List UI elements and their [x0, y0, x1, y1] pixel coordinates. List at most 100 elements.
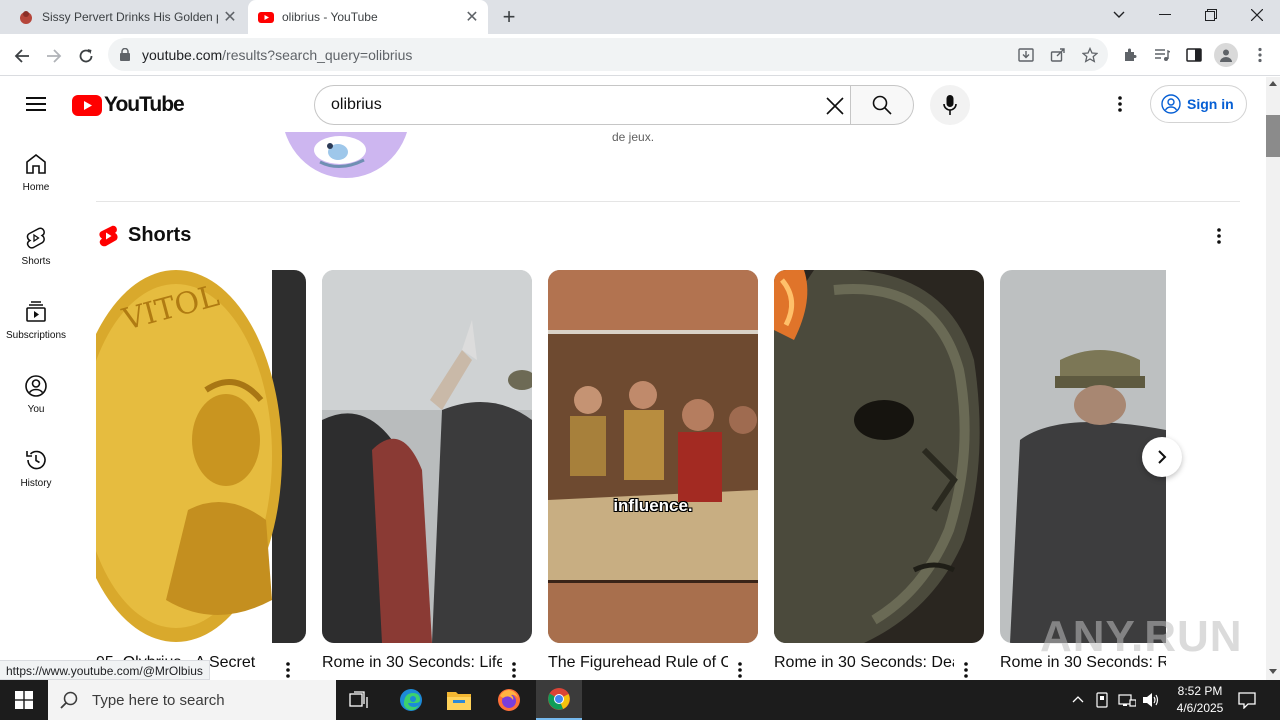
firefox-icon[interactable]	[494, 686, 524, 714]
short-more-icon[interactable]	[730, 658, 750, 682]
profile-icon[interactable]	[1214, 43, 1238, 67]
search-query-text: olibrius	[331, 96, 382, 113]
guide-label: Shorts	[21, 256, 51, 267]
close-tab-icon[interactable]: ✕	[218, 7, 242, 27]
chrome-menu-icon[interactable]	[1250, 45, 1270, 65]
taskbar-search-box[interactable]: Type here to search	[48, 680, 336, 720]
volume-icon[interactable]	[1142, 692, 1160, 708]
short-thumbnail-1[interactable]: VITOL	[96, 270, 306, 643]
browser-tab-strip: Sissy Pervert Drinks His Golden p ✕ olib…	[0, 0, 1280, 34]
tab-title: Sissy Pervert Drinks His Golden p	[42, 10, 218, 24]
url-text: youtube.com/results?search_query=olibriu…	[142, 47, 413, 63]
taskbar-date[interactable]: 4/6/2025	[1172, 701, 1228, 715]
tab-search-icon[interactable]	[1096, 0, 1142, 30]
short-title-3[interactable]: The Figurehead Rule of OLYBRIUS	[548, 652, 728, 680]
search-button[interactable]	[850, 85, 914, 125]
bronze-mask-image	[774, 270, 984, 643]
shorts-logo-icon	[99, 225, 118, 247]
scrollbar-thumb[interactable]	[1266, 115, 1280, 157]
guide-label: You	[27, 404, 45, 415]
home-icon	[26, 153, 46, 174]
bookmark-star-icon[interactable]	[1080, 45, 1100, 65]
side-panel-icon[interactable]	[1184, 45, 1204, 65]
address-bar[interactable]: youtube.com/results?search_query=olibriu…	[108, 38, 1108, 71]
browser-toolbar: youtube.com/results?search_query=olibriu…	[0, 34, 1280, 76]
section-divider	[96, 201, 1240, 202]
forward-icon[interactable]	[40, 42, 68, 70]
notifications-icon[interactable]	[1238, 691, 1256, 709]
taskbar-search-icon	[60, 691, 78, 709]
gold-coin-image: VITOL	[96, 270, 306, 643]
youtube-favicon-icon	[258, 12, 274, 23]
tab-favicon-icon	[20, 11, 32, 24]
short-title-2[interactable]: Rome in 30 Seconds: Life of Olybrius	[322, 652, 502, 680]
you-icon	[25, 375, 47, 397]
close-window-icon[interactable]	[1234, 0, 1280, 30]
close-tab-icon[interactable]: ✕	[460, 7, 484, 27]
shorts-more-icon[interactable]	[1210, 226, 1228, 246]
roman-map-table-image	[548, 270, 758, 643]
search-icon	[872, 95, 892, 115]
edge-icon[interactable]	[396, 686, 426, 714]
network-icon[interactable]	[1118, 692, 1136, 708]
shorts-section-title: Shorts	[128, 224, 192, 246]
guide-item-history[interactable]: History	[0, 434, 72, 508]
short-more-icon[interactable]	[504, 658, 524, 682]
lock-icon[interactable]	[120, 48, 130, 61]
reload-icon[interactable]	[72, 42, 100, 70]
short-thumbnail-2[interactable]	[322, 270, 532, 643]
subscriptions-icon	[26, 301, 46, 322]
roman-soldiers-image	[322, 270, 532, 643]
status-bar-url: https://www.youtube.com/@MrOlbius	[0, 660, 210, 680]
taskbar-search-placeholder: Type here to search	[92, 691, 225, 709]
chevron-right-icon	[1158, 450, 1167, 464]
anyrun-watermark: ANY.RUN	[1040, 612, 1243, 661]
short-thumbnail-3[interactable]: influence.	[548, 270, 758, 643]
file-explorer-icon[interactable]	[444, 686, 474, 714]
extensions-icon[interactable]	[1120, 45, 1140, 65]
channel-avatar[interactable]	[280, 132, 412, 178]
hamburger-menu-icon[interactable]	[26, 96, 46, 112]
short-title-4[interactable]: Rome in 30 Seconds: Death of Olybrius	[774, 652, 954, 680]
guide-label: Subscriptions	[5, 330, 67, 341]
tray-overflow-icon[interactable]	[1072, 695, 1084, 703]
microphone-icon	[943, 95, 957, 115]
taskbar-time[interactable]: 8:52 PM	[1172, 684, 1228, 698]
clear-search-icon[interactable]	[825, 96, 845, 116]
voice-search-button[interactable]	[930, 85, 970, 125]
browser-tab-2[interactable]: olibrius - YouTube ✕	[248, 0, 488, 34]
media-controls-icon[interactable]	[1152, 45, 1172, 65]
short-more-icon[interactable]	[278, 658, 298, 682]
device-icon[interactable]	[1094, 692, 1110, 708]
browser-tab-1[interactable]: Sissy Pervert Drinks His Golden p ✕	[0, 0, 246, 34]
back-icon[interactable]	[8, 42, 36, 70]
guide-item-subscriptions[interactable]: Subscriptions	[0, 286, 72, 360]
guide-item-shorts[interactable]: Shorts	[0, 212, 72, 286]
start-button[interactable]	[0, 680, 48, 720]
short-thumbnail-4[interactable]	[774, 270, 984, 643]
history-icon	[26, 450, 46, 470]
settings-more-icon[interactable]	[1110, 96, 1130, 114]
channel-description: de jeux.	[612, 130, 655, 144]
windows-logo-icon	[15, 691, 33, 709]
minimize-icon[interactable]	[1142, 0, 1188, 30]
sign-in-button[interactable]: Sign in	[1150, 85, 1247, 123]
youtube-logo[interactable]: YouTube	[72, 93, 185, 116]
new-tab-icon[interactable]: +	[496, 4, 522, 30]
account-icon	[1161, 94, 1181, 114]
windows-taskbar: Type here to search 8:52 PM 4/6/2025	[0, 680, 1280, 720]
guide-item-home[interactable]: Home	[0, 138, 72, 212]
page-scrollbar[interactable]	[1266, 77, 1280, 680]
short-more-icon[interactable]	[956, 658, 976, 682]
sign-in-label: Sign in	[1187, 96, 1234, 112]
shorts-next-button[interactable]	[1142, 437, 1182, 477]
task-view-icon[interactable]	[344, 688, 374, 712]
chrome-taskbar-icon[interactable]	[536, 680, 582, 720]
install-app-icon[interactable]	[1016, 45, 1036, 65]
shorts-icon	[26, 227, 45, 249]
youtube-header: YouTube olibrius Sign in	[0, 76, 1266, 132]
share-icon[interactable]	[1048, 45, 1068, 65]
guide-item-you[interactable]: You	[0, 360, 72, 434]
search-input[interactable]: olibrius	[314, 85, 851, 125]
restore-icon[interactable]	[1188, 0, 1234, 30]
